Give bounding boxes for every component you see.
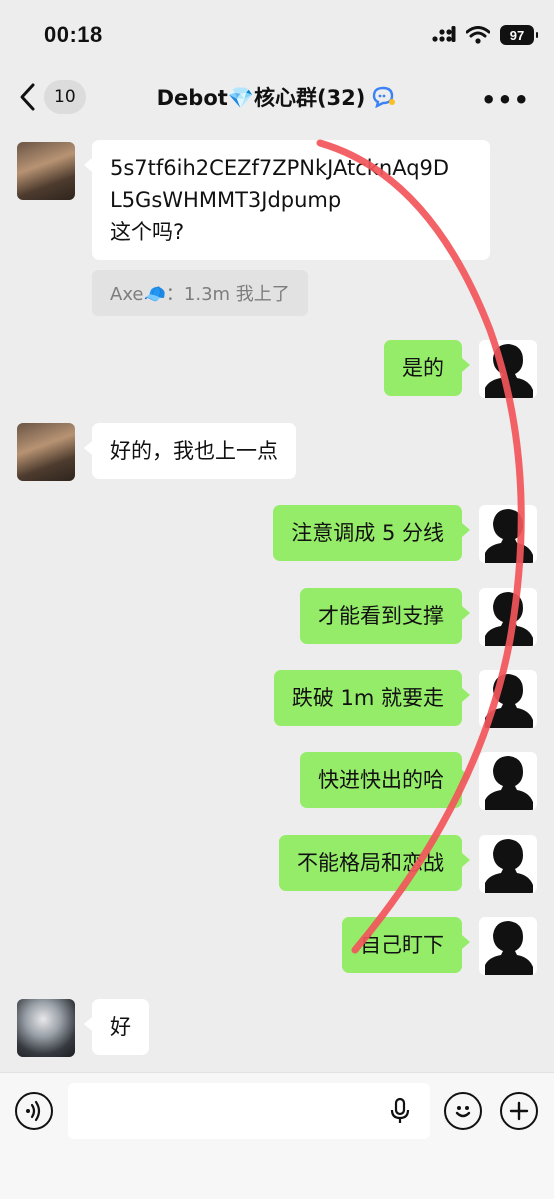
message-bubble-outgoing[interactable]: 注意调成 5 分线 [273,505,470,561]
voice-button[interactable] [15,1092,53,1130]
chat-bubble-icon [373,86,396,108]
message-bubble-outgoing[interactable]: 是的 [384,340,470,396]
microphone-icon[interactable] [390,1097,410,1125]
plus-icon [509,1101,529,1121]
avatar[interactable] [479,340,537,398]
chat-title-text: Debot💎核心群(32) [156,86,366,110]
input-bar [0,1072,554,1199]
message-bubble-incoming[interactable]: 5s7tf6ih2CEZf7ZPNkJAtcknAq9D L5GsWHMMT3J… [84,140,490,260]
avatar-silhouette-image [485,921,533,975]
chat-title: Debot💎核心群(32) [0,82,554,112]
avatar-silhouette-image [485,756,533,810]
avatar-silhouette-image [485,592,533,646]
signal-icon [432,26,456,42]
message-input[interactable] [68,1083,430,1139]
message-bubble-incoming[interactable]: 好的，我也上一点 [84,423,296,479]
avatar[interactable] [479,917,537,975]
avatar[interactable] [17,999,75,1057]
more-button[interactable]: ••• [481,86,530,114]
avatar[interactable] [479,588,537,646]
status-bar: 00:18 97 [0,0,554,70]
message-bubble-outgoing[interactable]: 跌破 1m 就要走 [273,670,471,726]
avatar-silhouette-image [485,509,533,563]
message-bubble-outgoing[interactable]: 才能看到支撑 [300,588,470,644]
voice-icon [26,1100,41,1122]
emoji-button[interactable] [444,1092,482,1130]
wifi-icon [466,26,490,44]
quoted-message[interactable]: Axe🧢：1.3m 我上了 [92,270,308,316]
more-actions-button[interactable] [500,1092,538,1130]
more-icon: ••• [480,86,530,114]
message-list[interactable]: 5s7tf6ih2CEZf7ZPNkJAtcknAq9D L5GsWHMMT3J… [0,128,554,1072]
emoji-icon [455,1106,471,1118]
avatar-silhouette-image [485,674,533,728]
status-time: 00:18 [44,22,103,47]
avatar[interactable] [479,752,537,810]
avatar-silhouette-image [485,344,533,398]
message-bubble-outgoing[interactable]: 自己盯下 [342,917,470,973]
nav-bar: 10 Debot💎核心群(32) ••• [0,70,554,128]
avatar-silhouette-image [485,839,533,893]
message-bubble-incoming[interactable]: 好 [84,999,149,1055]
avatar[interactable] [17,142,75,200]
battery-level: 97 [509,27,525,43]
avatar[interactable] [479,835,537,893]
avatar[interactable] [479,670,537,728]
message-bubble-outgoing[interactable]: 不能格局和恋战 [279,835,470,891]
avatar[interactable] [17,423,75,481]
battery-icon: 97 [500,25,538,45]
avatar[interactable] [479,505,537,563]
message-bubble-outgoing[interactable]: 快进快出的哈 [300,752,470,808]
status-icons: 97 [432,22,538,48]
